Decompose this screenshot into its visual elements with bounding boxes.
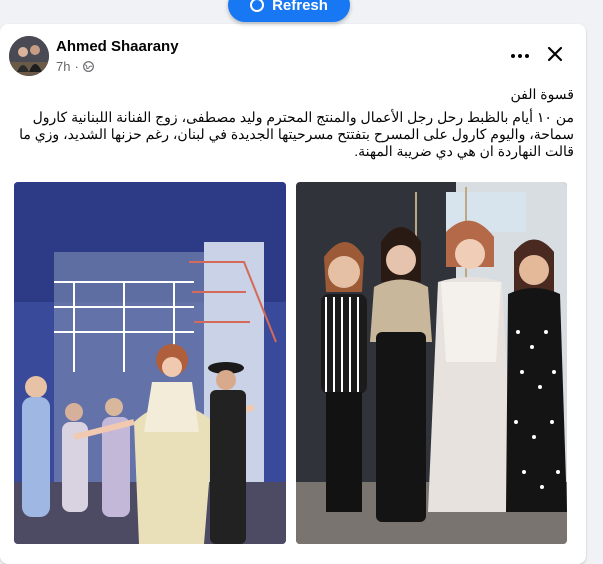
post-body: من ١٠ أيام بالظبط رحل رجل الأعمال والمنت… [19,109,574,159]
post-time[interactable]: 7h [56,59,70,74]
avatar[interactable] [9,36,49,76]
post-photo-stage[interactable] [14,182,286,544]
post-text: قسوة الفن من ١٠ أيام بالظبط رحل رجل الأع… [14,86,574,160]
post-card: Ahmed Shaarany 7h · قسوة الفن من ١٠ أيام… [0,24,586,564]
refresh-button[interactable]: Refresh [228,0,350,22]
stage-photo-image [14,182,286,544]
refresh-icon [250,0,265,12]
post-title: قسوة الفن [510,86,574,102]
author-name[interactable]: Ahmed Shaarany [56,38,179,55]
more-options-button[interactable] [508,50,532,62]
avatar-image [9,36,49,76]
group-photo-image [296,182,567,544]
globe-icon [82,61,94,72]
refresh-label: Refresh [272,0,328,14]
post-meta: 7h · [56,59,94,74]
close-icon[interactable] [543,42,567,66]
post-photo-group[interactable] [296,182,567,544]
